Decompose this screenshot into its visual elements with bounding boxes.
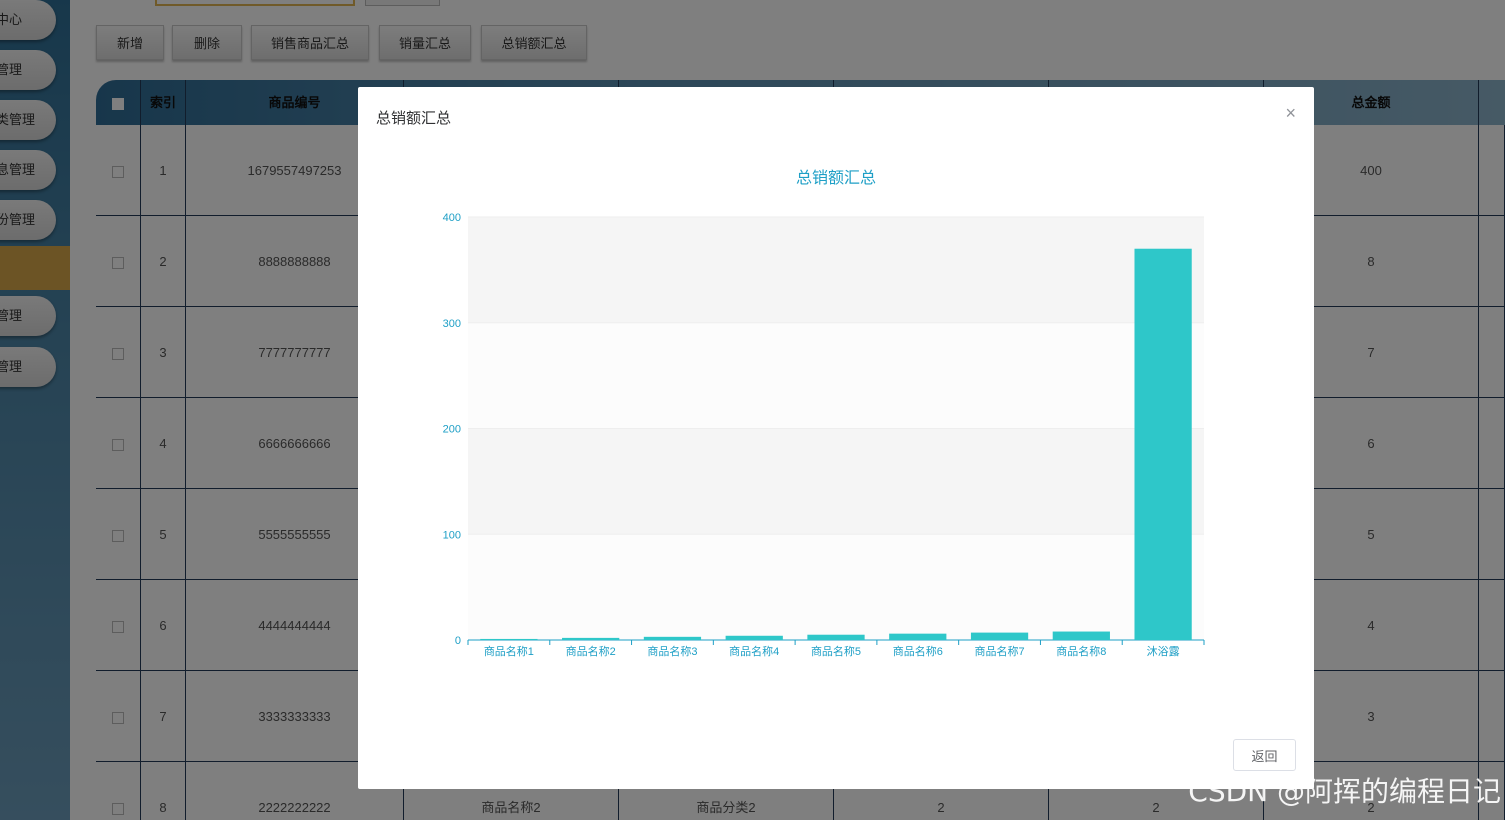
chart-dialog: 总销额汇总 × 总销额汇总 0 100 200 300 400 商品名称1 商品名称2 商品名… — [358, 87, 1314, 789]
x-tick-label: 商品名称8 — [1056, 644, 1106, 658]
grid-band — [468, 217, 1204, 323]
x-tick-label: 商品名称2 — [566, 644, 616, 658]
watermark: CSDN @阿挥的编程日记 — [1188, 775, 1501, 808]
bar — [643, 636, 702, 640]
bar-chart: 0 100 200 300 400 商品名称1 商品名称2 商品名称3 商品名称4 商品名称5 商品… — [443, 212, 1205, 658]
bar — [480, 638, 538, 640]
y-tick-label: 200 — [443, 424, 461, 436]
x-tick-label: 商品名称5 — [811, 644, 861, 658]
bar — [1134, 248, 1192, 640]
bar — [1052, 631, 1110, 640]
bar — [889, 633, 947, 640]
x-tick-label: 沐浴露 — [1147, 645, 1180, 658]
grid-band — [468, 428, 1204, 535]
y-tick-label: 400 — [443, 212, 461, 224]
close-icon[interactable]: × — [1285, 103, 1296, 124]
y-tick-label: 300 — [443, 318, 461, 330]
bar — [970, 632, 1029, 640]
x-tick-label: 商品名称4 — [729, 644, 779, 658]
chart-title: 总销额汇总 — [795, 170, 876, 187]
bar — [562, 637, 620, 640]
x-tick-label: 商品名称1 — [484, 644, 534, 658]
dialog-title: 总销额汇总 — [376, 110, 452, 127]
x-tick-label: 商品名称6 — [893, 644, 943, 658]
x-tick-label: 商品名称3 — [647, 644, 697, 658]
bar — [725, 635, 783, 640]
grid-band — [468, 322, 1204, 429]
grid-band — [468, 534, 1204, 640]
y-tick-label: 0 — [455, 635, 461, 647]
y-tick-label: 100 — [443, 529, 461, 541]
bar — [807, 634, 865, 640]
x-tick-label: 商品名称7 — [974, 644, 1024, 658]
return-button[interactable]: 返回 — [1233, 739, 1296, 771]
